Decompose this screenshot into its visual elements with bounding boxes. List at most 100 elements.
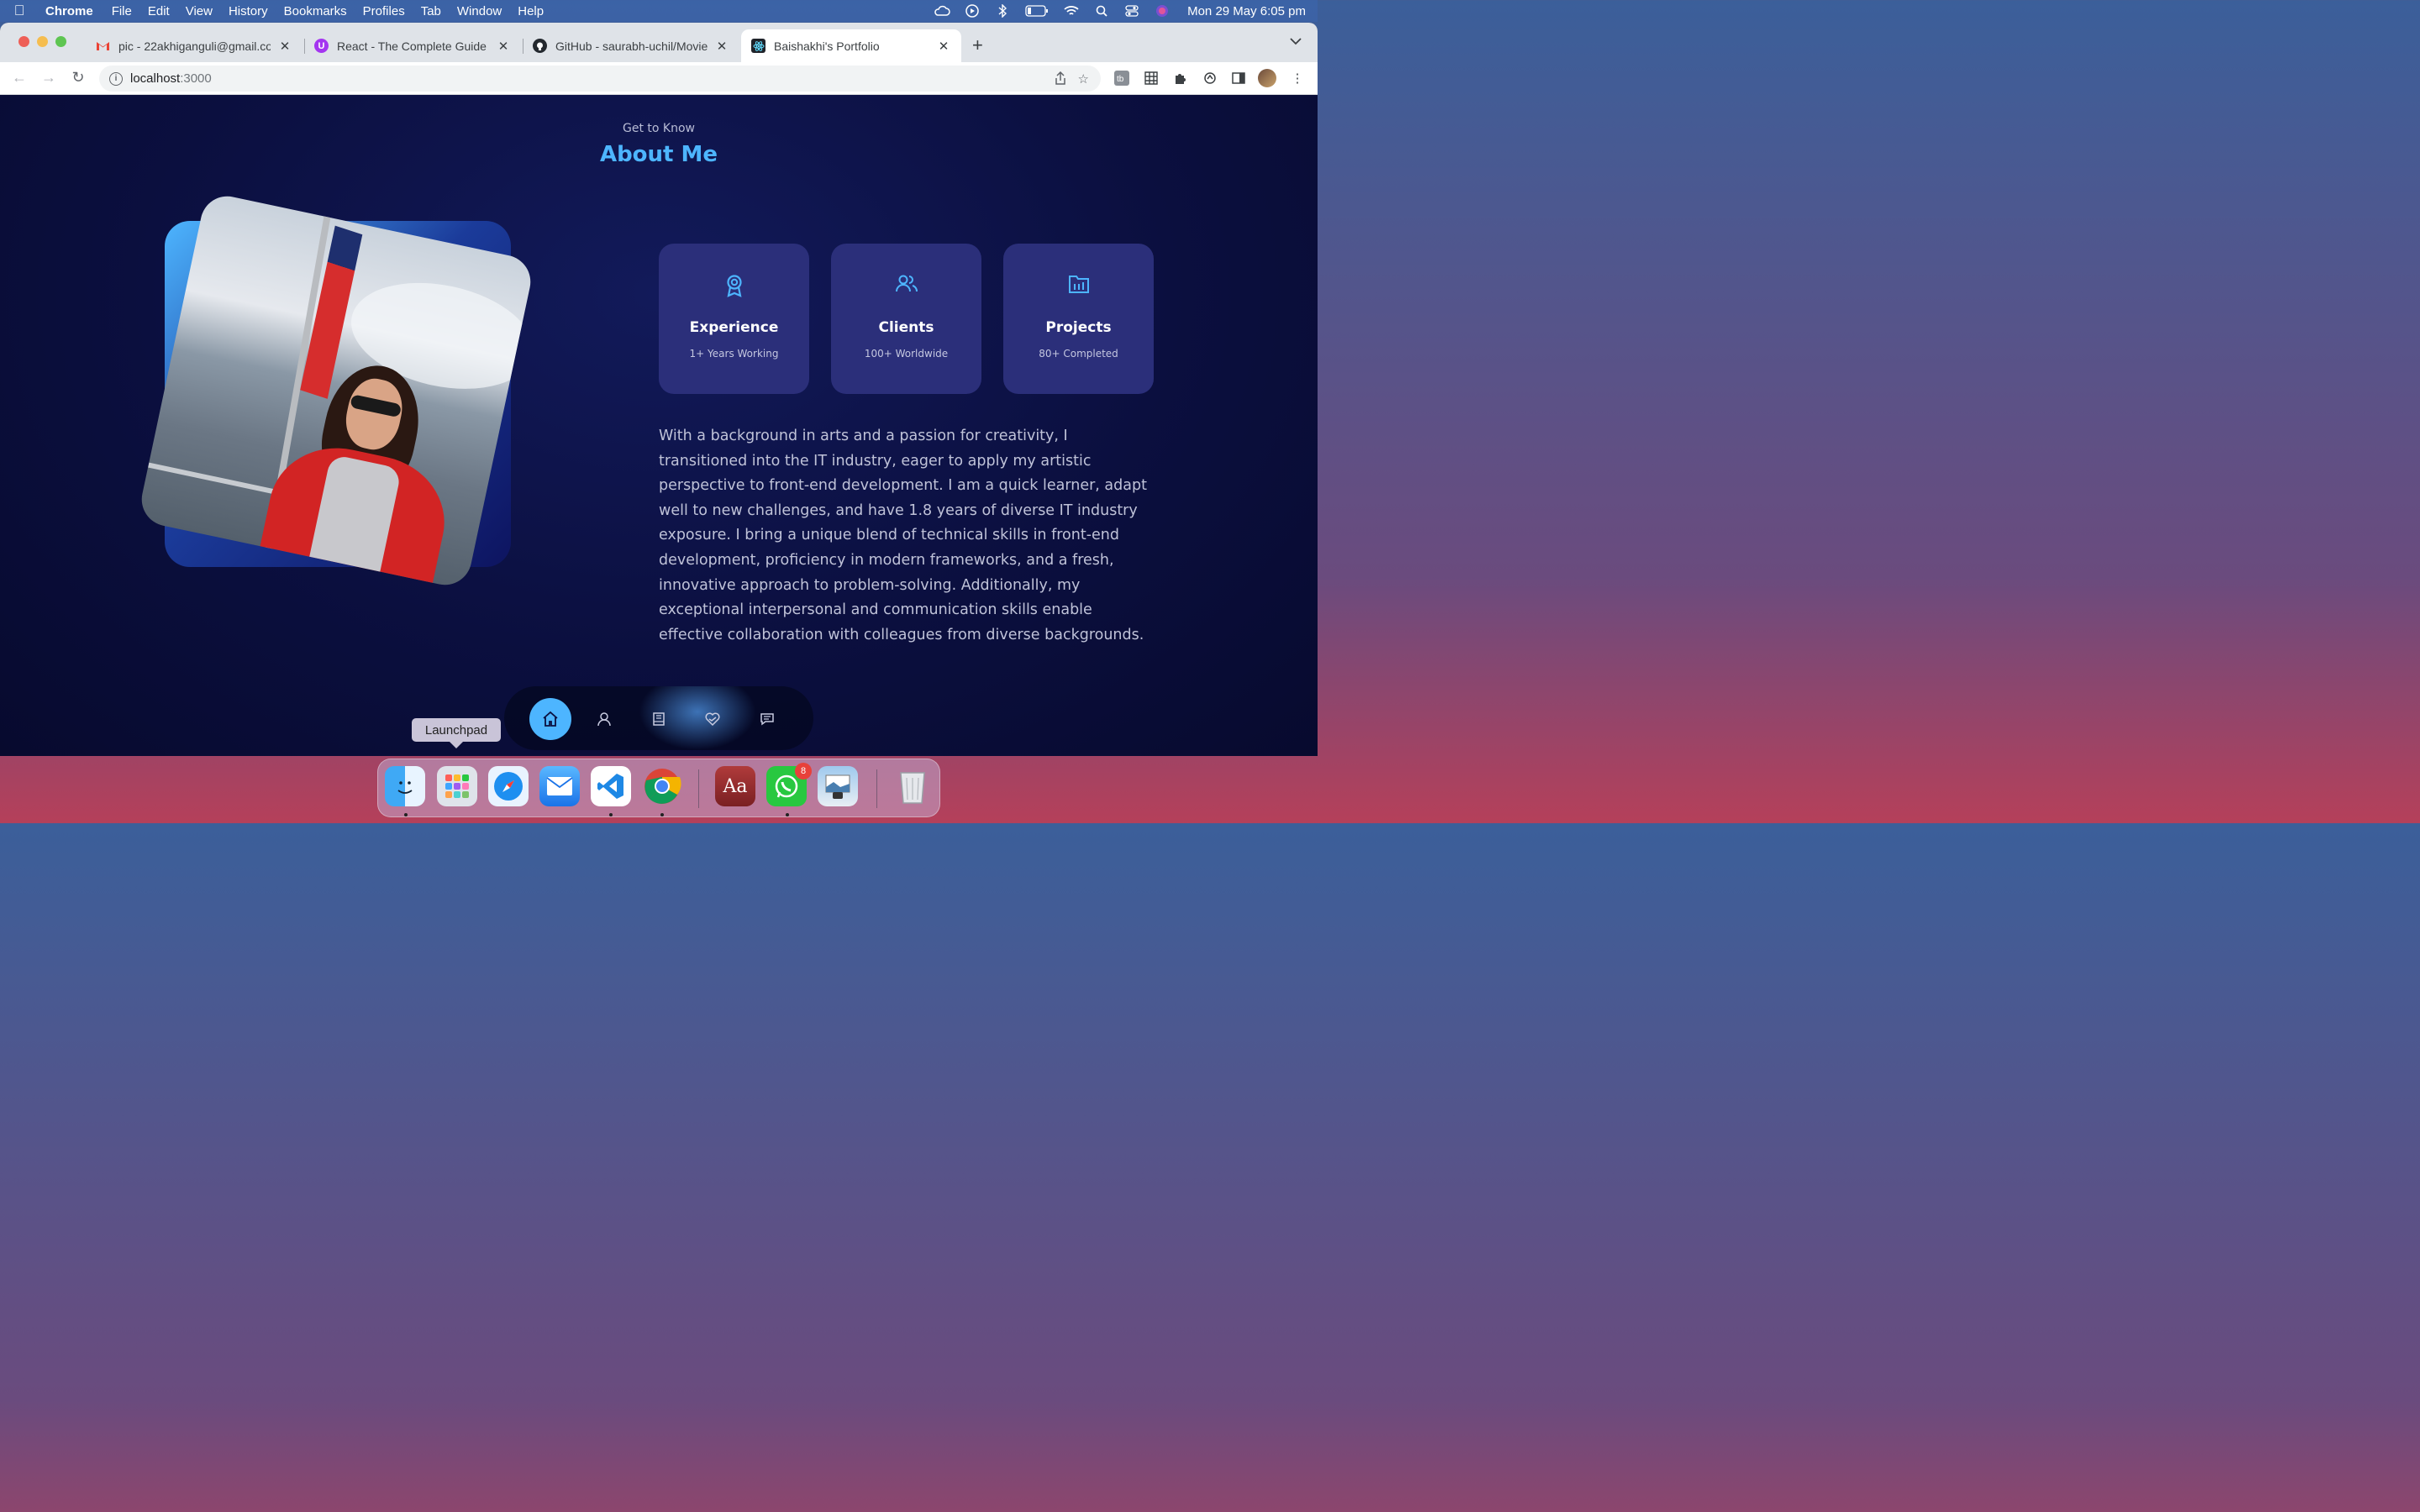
tab-search-chevron-icon[interactable] — [1290, 36, 1302, 48]
cloud-sync-icon[interactable] — [934, 4, 950, 18]
card-title: Clients — [878, 319, 934, 336]
tab-title: GitHub - saurabh-uchil/Movies — [555, 39, 708, 53]
profile-avatar[interactable] — [1258, 69, 1276, 87]
udemy-icon: U — [314, 39, 329, 53]
new-tab-icon[interactable]: + — [972, 34, 983, 56]
tab-title: Baishakhi's Portfolio — [774, 39, 880, 53]
chrome-menu-icon[interactable]: ⋮ — [1288, 69, 1307, 87]
running-indicator — [786, 813, 789, 816]
back-arrow-icon[interactable]: ← — [10, 69, 29, 87]
minimize-window-button[interactable] — [37, 36, 48, 47]
control-center-icon[interactable] — [1123, 4, 1140, 18]
projects-card: Projects 80+ Completed — [1003, 244, 1154, 394]
play-icon[interactable] — [964, 4, 981, 18]
menu-tab[interactable]: Tab — [421, 4, 441, 18]
extension-refresh-icon[interactable] — [1201, 69, 1219, 87]
card-subtitle: 1+ Years Working — [689, 348, 779, 360]
dock-tooltip: Launchpad — [412, 718, 501, 748]
tab-gmail[interactable]: pic - 22akhiganguli@gmail.com ✕ — [86, 29, 302, 62]
trash-icon[interactable] — [892, 766, 933, 806]
menu-profiles[interactable]: Profiles — [363, 4, 405, 18]
award-icon — [659, 274, 809, 297]
bookmark-star-icon[interactable]: ☆ — [1078, 71, 1089, 88]
card-title: Experience — [689, 319, 779, 336]
tab-github[interactable]: GitHub - saurabh-uchil/Movies ✕ — [523, 29, 739, 62]
url-host: localhost — [130, 71, 181, 86]
menu-bookmarks[interactable]: Bookmarks — [284, 4, 347, 18]
menu-help[interactable]: Help — [518, 4, 544, 18]
section-heading: About Me — [599, 142, 718, 167]
menu-clock[interactable]: Mon 29 May 6:05 pm — [1187, 4, 1306, 18]
zoom-window-button[interactable] — [55, 36, 66, 47]
side-panel-icon[interactable] — [1229, 69, 1248, 87]
users-icon — [831, 274, 981, 294]
address-bar[interactable]: i localhost:3000 ☆ — [99, 66, 1101, 92]
user-icon[interactable] — [583, 698, 625, 740]
battery-icon[interactable] — [1024, 4, 1050, 18]
dictionary-icon[interactable]: Aa — [715, 766, 755, 806]
menu-history[interactable]: History — [229, 4, 268, 18]
folder-icon — [1003, 274, 1154, 294]
dock-separator — [876, 769, 877, 808]
mail-icon[interactable] — [539, 766, 580, 806]
close-tab-icon[interactable]: ✕ — [277, 39, 292, 54]
message-icon[interactable] — [746, 698, 788, 740]
menu-edit[interactable]: Edit — [148, 4, 170, 18]
card-title: Projects — [1045, 319, 1112, 336]
tab-strip: pic - 22akhiganguli@gmail.com ✕ U React … — [0, 23, 1318, 62]
card-subtitle: 100+ Worldwide — [864, 348, 949, 360]
menu-bar:  Chrome File Edit View History Bookmark… — [0, 0, 1318, 22]
tab-udemy[interactable]: U React - The Complete Guide (i ✕ — [304, 29, 521, 62]
book-icon[interactable] — [638, 698, 680, 740]
services-icon[interactable] — [692, 698, 734, 740]
notification-badge: 8 — [795, 763, 812, 780]
svg-text:tb: tb — [1117, 75, 1124, 84]
card-subtitle: 80+ Completed — [1039, 348, 1118, 360]
close-tab-icon[interactable]: ✕ — [714, 39, 729, 54]
menu-file[interactable]: File — [112, 4, 132, 18]
finder-icon[interactable] — [385, 766, 425, 806]
extensions-puzzle-icon[interactable] — [1171, 69, 1190, 87]
browser-toolbar: ← → ↻ i localhost:3000 ☆ tb ⋮ — [0, 62, 1318, 95]
vscode-icon[interactable] — [591, 766, 631, 806]
close-window-button[interactable] — [18, 36, 29, 47]
floating-nav — [504, 686, 813, 750]
bluetooth-icon[interactable] — [994, 4, 1011, 18]
share-icon[interactable] — [1055, 71, 1066, 88]
desktop:  Chrome File Edit View History Bookmark… — [0, 0, 1318, 823]
site-info-icon[interactable]: i — [109, 71, 123, 86]
preview-icon[interactable] — [818, 766, 858, 806]
menu-window[interactable]: Window — [457, 4, 502, 18]
forward-arrow-icon[interactable]: → — [39, 69, 58, 87]
home-icon[interactable] — [529, 698, 571, 740]
github-icon — [533, 39, 547, 53]
browser-window: pic - 22akhiganguli@gmail.com ✕ U React … — [0, 23, 1318, 756]
spotlight-search-icon[interactable] — [1093, 4, 1110, 18]
tab-portfolio[interactable]: Baishakhi's Portfolio ✕ — [741, 29, 961, 62]
extension-tb-icon[interactable]: tb — [1113, 69, 1131, 87]
running-indicator — [404, 813, 408, 816]
react-icon — [751, 39, 765, 53]
running-indicator — [660, 813, 664, 816]
apple-menu-icon[interactable]:  — [12, 3, 27, 19]
gmail-icon — [96, 39, 110, 53]
clients-card: Clients 100+ Worldwide — [831, 244, 981, 394]
extension-grid-icon[interactable] — [1142, 69, 1160, 87]
dock: Aa 8 — [377, 759, 940, 817]
reload-icon[interactable]: ↻ — [69, 69, 87, 87]
section-kicker: Get to Know — [623, 122, 695, 135]
close-tab-icon[interactable]: ✕ — [496, 39, 511, 54]
menu-view[interactable]: View — [186, 4, 213, 18]
running-indicator — [609, 813, 613, 816]
launchpad-icon[interactable] — [437, 766, 477, 806]
app-menu[interactable]: Chrome — [45, 4, 93, 18]
chrome-icon[interactable] — [642, 766, 682, 806]
profile-photo — [136, 191, 536, 591]
close-tab-icon[interactable]: ✕ — [936, 39, 951, 54]
siri-icon[interactable] — [1154, 4, 1171, 18]
wifi-icon[interactable] — [1063, 4, 1080, 18]
tab-title: pic - 22akhiganguli@gmail.com — [118, 39, 271, 53]
safari-icon[interactable] — [488, 766, 529, 806]
tab-title: React - The Complete Guide (i — [337, 39, 489, 53]
whatsapp-icon[interactable]: 8 — [766, 763, 812, 806]
